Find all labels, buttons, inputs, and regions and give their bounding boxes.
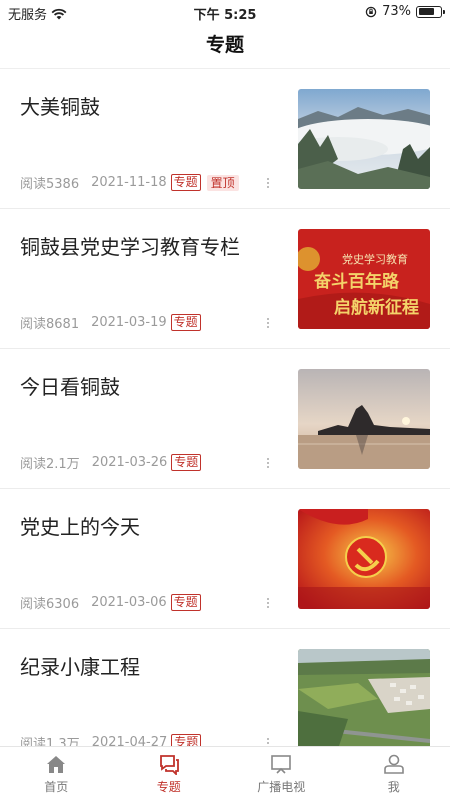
tv-icon [271, 755, 292, 774]
item-title: 大美铜鼓 [20, 95, 100, 119]
thumbnail-mountain-clouds [298, 89, 430, 189]
tab-broadcast-tv[interactable]: 广播电视 [225, 747, 338, 800]
list-item[interactable]: 党史上的今天 阅读6306 2021-03-06 专题 [0, 489, 450, 629]
page-title: 专题 [205, 34, 244, 56]
publish-date: 2021-03-26 [91, 455, 168, 470]
tab-label: 首页 [44, 780, 69, 794]
read-count: 阅读1.3万 [20, 737, 80, 746]
read-count: 阅读5386 [20, 177, 80, 192]
list-item[interactable]: 大美铜鼓 阅读5386 2021-11-18 专题 置顶 [0, 69, 450, 209]
person-icon [383, 754, 404, 774]
chat-icon [159, 755, 179, 775]
tab-label: 专题 [156, 780, 181, 794]
topic-tag: 专题 [170, 594, 201, 611]
tab-label: 我 [387, 780, 400, 794]
thumb-caption-small: 党史学习教育 [342, 252, 408, 266]
home-icon [47, 756, 66, 773]
topic-tag: 专题 [170, 314, 201, 331]
read-count: 阅读8681 [20, 317, 80, 332]
read-count: 阅读2.1万 [20, 457, 80, 472]
item-title: 党史上的今天 [20, 515, 140, 539]
thumbnail-sunset-lake [298, 369, 430, 469]
item-title: 今日看铜鼓 [20, 375, 120, 399]
item-title: 纪录小康工程 [20, 655, 140, 679]
topic-tag: 专题 [170, 174, 201, 191]
tab-me[interactable]: 我 [338, 747, 450, 800]
thumbnail-village-aerial [298, 649, 430, 746]
more-icon[interactable] [266, 597, 270, 609]
tab-label: 广播电视 [257, 780, 306, 794]
thumbnail-party-history-banner: 党史学习教育 奋斗百年路 启航新征程 [298, 229, 430, 329]
rotation-lock-icon [365, 6, 377, 17]
list-item[interactable]: 纪录小康工程 阅读1.3万 2021-04-27 专题 [0, 629, 450, 746]
publish-date: 2021-11-18 [91, 175, 167, 190]
topic-tag: 专题 [171, 454, 202, 471]
thumbnail-party-emblem [298, 509, 430, 609]
tab-topics[interactable]: 专题 [113, 747, 226, 800]
list-item[interactable]: 今日看铜鼓 阅读2.1万 2021-03-26 专题 [0, 349, 450, 489]
bottom-tab-bar: 首页 专题 广播电视 我 [0, 746, 450, 800]
topic-list: 大美铜鼓 阅读5386 2021-11-18 专题 置顶 铜鼓县党史学习教育专栏… [0, 68, 450, 746]
more-icon[interactable] [266, 317, 270, 329]
item-title: 铜鼓县党史学习教育专栏 [20, 235, 240, 259]
thumb-caption-line2: 启航新征程 [334, 297, 419, 318]
list-item[interactable]: 铜鼓县党史学习教育专栏 阅读8681 2021-03-19 专题 党史学习教育 … [0, 209, 450, 349]
publish-date: 2021-03-06 [91, 595, 167, 610]
status-bar: 无服务 下午 5:25 73% [0, 0, 450, 24]
read-count: 阅读6306 [20, 597, 80, 612]
more-icon[interactable] [266, 737, 270, 746]
thumb-caption-line1: 奋斗百年路 [313, 271, 400, 292]
publish-date: 2021-04-27 [91, 735, 168, 746]
pinned-badge: 置顶 [206, 174, 239, 191]
more-icon[interactable] [266, 177, 270, 189]
battery-icon [416, 5, 445, 18]
topic-tag: 专题 [171, 734, 202, 746]
tab-home[interactable]: 首页 [0, 747, 113, 800]
more-icon[interactable] [266, 457, 270, 469]
battery-percent: 73% [382, 4, 411, 19]
publish-date: 2021-03-19 [91, 315, 167, 330]
